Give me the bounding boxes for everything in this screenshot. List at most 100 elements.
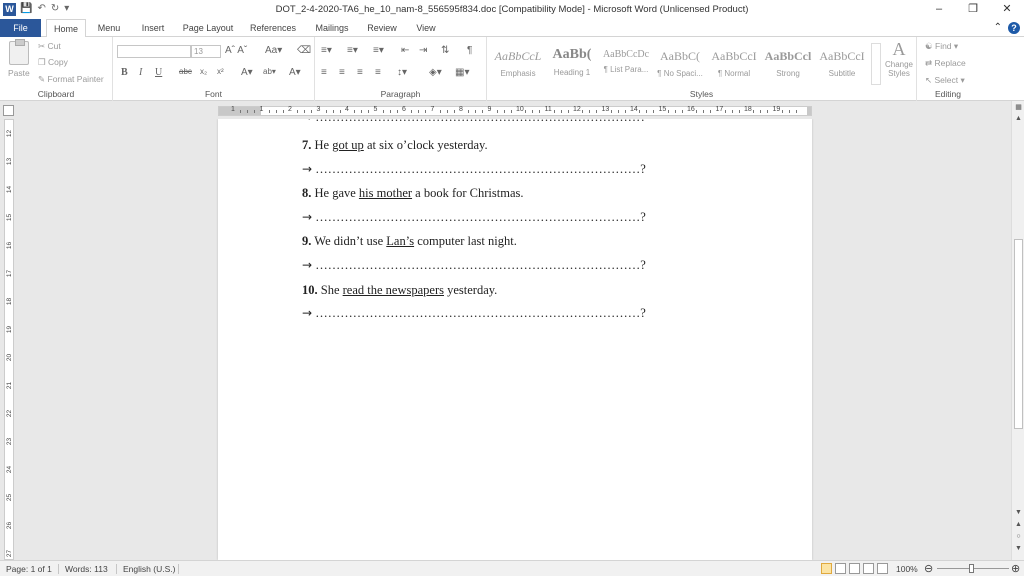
- vertical-scrollbar[interactable]: ▦ ▲ ▼ ▲ ○ ▼: [1011, 101, 1024, 560]
- tab-file[interactable]: File: [0, 19, 41, 37]
- next-page-icon[interactable]: ▼: [1013, 545, 1024, 555]
- justify-icon[interactable]: ≡: [375, 67, 381, 78]
- increase-indent-icon[interactable]: ⇥: [419, 45, 427, 56]
- superscript-icon[interactable]: x²: [217, 67, 224, 76]
- copy-button[interactable]: ❐ Copy: [38, 57, 68, 68]
- italic-icon[interactable]: I: [139, 67, 142, 78]
- style-subtitle[interactable]: AaBbCcI Subtitle: [815, 43, 869, 83]
- font-size-combo[interactable]: 13: [191, 45, 221, 58]
- vertical-ruler-number: 18: [6, 297, 13, 306]
- bold-icon[interactable]: B: [121, 67, 128, 78]
- line-spacing-icon[interactable]: ↕▾: [397, 67, 407, 78]
- zoom-out-icon[interactable]: ⊖: [924, 562, 933, 575]
- replace-button[interactable]: ⇄ Replace: [925, 58, 966, 69]
- full-screen-reading-icon[interactable]: [835, 563, 846, 574]
- clear-format-icon[interactable]: ⌫: [297, 45, 311, 56]
- select-button[interactable]: ↖ Select ▾: [925, 75, 965, 86]
- zoom-slider-thumb[interactable]: [969, 564, 974, 573]
- document-page[interactable]: → ……………………………………………………………………? 7. He got …: [218, 119, 812, 560]
- strikethrough-icon[interactable]: abc: [179, 67, 192, 76]
- page-count[interactable]: Page: 1 of 1: [6, 564, 52, 574]
- ruler-tick: [268, 110, 270, 113]
- zoom-in-icon[interactable]: ⊕: [1011, 562, 1020, 575]
- help-icon[interactable]: ?: [1008, 22, 1020, 34]
- find-button[interactable]: ☯ Find ▾: [925, 41, 958, 52]
- draft-view-icon[interactable]: [877, 563, 888, 574]
- tab-review[interactable]: Review: [364, 19, 400, 37]
- answer-line: → ……………………………………………………………………?: [302, 162, 646, 176]
- ruler-number: 14: [630, 106, 638, 113]
- align-right-icon[interactable]: ≡: [357, 67, 363, 78]
- style-list-paragraph[interactable]: AaBbCcDc ¶ List Para...: [599, 43, 653, 83]
- tab-page-layout[interactable]: Page Layout: [180, 19, 236, 37]
- tab-selector[interactable]: [3, 105, 14, 116]
- horizontal-ruler[interactable]: 1 1 2 3 4 5 6 7 8 9 10 11 12 13 14 15 16 17 18 19: [218, 106, 812, 116]
- browse-object-icon[interactable]: ○: [1013, 533, 1024, 543]
- underline-icon[interactable]: U: [155, 67, 162, 78]
- pilcrow-icon[interactable]: ¶: [467, 45, 472, 56]
- cut-button[interactable]: ✂ Cut: [38, 41, 61, 52]
- shading-icon[interactable]: ◈▾: [429, 67, 442, 78]
- tab-home[interactable]: Home: [46, 19, 86, 38]
- outline-view-icon[interactable]: [863, 563, 874, 574]
- highlight-icon[interactable]: ab▾: [263, 67, 276, 76]
- bullets-icon[interactable]: ≡▾: [321, 45, 332, 56]
- zoom-level[interactable]: 100%: [896, 564, 918, 574]
- tab-menu[interactable]: Menu: [91, 19, 127, 37]
- ruler-tick: [368, 110, 370, 113]
- format-painter-button[interactable]: ✎ Format Painter: [38, 74, 104, 85]
- ruler-tick: [325, 110, 327, 113]
- web-layout-icon[interactable]: [849, 563, 860, 574]
- ruler-tick: [760, 110, 762, 113]
- tab-references[interactable]: References: [245, 19, 301, 37]
- font-name-combo[interactable]: [117, 45, 191, 58]
- minimize-button[interactable]: –: [922, 0, 956, 19]
- print-layout-view-icon[interactable]: [821, 563, 832, 574]
- align-center-icon[interactable]: ≡: [339, 67, 345, 78]
- paste-icon[interactable]: [9, 39, 29, 65]
- ruler-tick: [361, 110, 363, 113]
- ruler-tick: [468, 110, 470, 113]
- change-styles-icon: A: [892, 39, 906, 59]
- tab-insert[interactable]: Insert: [134, 19, 172, 37]
- restore-button[interactable]: ❐: [956, 0, 990, 19]
- style-no-spacing[interactable]: AaBbC( ¶ No Spaci...: [653, 43, 707, 83]
- clipboard-group: Paste ✂ Cut ❐ Copy ✎ Format Painter Clip…: [0, 37, 113, 101]
- arrow-icon: →: [302, 119, 312, 124]
- grow-font-icon[interactable]: Aˆ Aˇ: [225, 45, 247, 56]
- align-left-icon[interactable]: ≡: [321, 67, 327, 78]
- tab-view[interactable]: View: [410, 19, 442, 37]
- change-styles-button[interactable]: A Change Styles: [883, 39, 915, 78]
- word-count[interactable]: Words: 113: [65, 564, 108, 574]
- text-effects-icon[interactable]: A▾: [241, 67, 253, 78]
- change-case-icon[interactable]: Aa▾: [265, 45, 282, 56]
- scroll-up-icon[interactable]: ▲: [1013, 115, 1024, 125]
- style-emphasis[interactable]: AaBbCcL Emphasis: [491, 43, 545, 83]
- multilevel-list-icon[interactable]: ≡▾: [373, 45, 384, 56]
- ruler-number: 12: [573, 106, 581, 113]
- scroll-down-icon[interactable]: ▼: [1013, 509, 1024, 519]
- sort-icon[interactable]: ⇅: [441, 45, 449, 56]
- close-button[interactable]: ✕: [990, 0, 1024, 19]
- style-strong[interactable]: AaBbCcl Strong: [761, 43, 815, 83]
- style-normal[interactable]: AaBbCcI ¶ Normal: [707, 43, 761, 83]
- previous-page-icon[interactable]: ▲: [1013, 521, 1024, 531]
- borders-icon[interactable]: ▦▾: [455, 67, 469, 78]
- numbering-icon[interactable]: ≡▾: [347, 45, 358, 56]
- ruler-tick: [767, 110, 769, 113]
- styles-scroll[interactable]: [871, 43, 881, 85]
- vertical-ruler[interactable]: 12 13 14 15 16 17 18 19 20 21 22 23 24 25 26 27: [4, 119, 14, 560]
- scroll-thumb[interactable]: [1014, 239, 1023, 429]
- style-heading-1[interactable]: AaBb( Heading 1: [545, 43, 599, 83]
- view-ruler-icon[interactable]: ▦: [1013, 103, 1024, 113]
- tab-mailings[interactable]: Mailings: [310, 19, 354, 37]
- paste-button[interactable]: Paste: [8, 68, 30, 78]
- ruler-tick: [439, 110, 441, 113]
- decrease-indent-icon[interactable]: ⇤: [401, 45, 409, 56]
- language-indicator[interactable]: English (U.S.): [123, 564, 175, 574]
- subscript-icon[interactable]: x₂: [200, 67, 207, 76]
- ribbon-home: Paste ✂ Cut ❐ Copy ✎ Format Painter Clip…: [0, 37, 1024, 101]
- styles-group: AaBbCcL Emphasis AaBb( Heading 1 AaBbCcD…: [487, 37, 917, 101]
- minimize-ribbon-icon[interactable]: ⌃: [994, 22, 1002, 34]
- font-color-icon[interactable]: A▾: [289, 67, 301, 78]
